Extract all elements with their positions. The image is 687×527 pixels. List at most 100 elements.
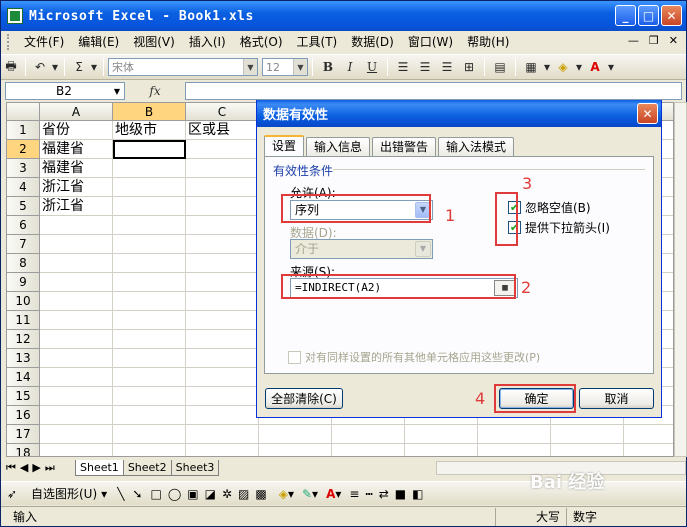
cell-b15[interactable] xyxy=(113,387,186,406)
cell-c13[interactable] xyxy=(186,349,259,368)
menu-edit[interactable]: 编辑(E) xyxy=(71,31,126,53)
row-header[interactable]: 4 xyxy=(7,178,40,197)
minimize-button[interactable]: _ xyxy=(615,5,636,26)
cell-c4[interactable] xyxy=(186,178,259,197)
cell-b2[interactable] xyxy=(113,140,186,159)
cell-b4[interactable] xyxy=(113,178,186,197)
draw-fill-dropdown-icon[interactable]: ▾ xyxy=(288,487,294,501)
fx-icon[interactable]: fx xyxy=(125,84,185,98)
font-color-icon[interactable]: A xyxy=(584,57,606,77)
cell-a11[interactable] xyxy=(40,311,113,330)
cell-b10[interactable] xyxy=(113,292,186,311)
sheet-tab-1[interactable]: Sheet1 xyxy=(75,459,124,476)
cell-a9[interactable] xyxy=(40,273,113,292)
cell-a14[interactable] xyxy=(40,368,113,387)
clipart-icon[interactable]: ▨ xyxy=(238,487,249,501)
line-color-dropdown-icon[interactable]: ▾ xyxy=(312,487,318,501)
cell-a13[interactable] xyxy=(40,349,113,368)
cell-b7[interactable] xyxy=(113,235,186,254)
row-header[interactable]: 5 xyxy=(7,197,40,216)
draw-fill-color-icon[interactable]: ◈ xyxy=(279,487,288,501)
undo-dropdown-icon[interactable]: ▾ xyxy=(50,57,60,77)
doc-minimize-icon[interactable]: — xyxy=(628,34,639,47)
textbox-icon[interactable]: ▣ xyxy=(187,487,198,501)
currency-icon[interactable]: ▤ xyxy=(489,57,511,77)
cell-b9[interactable] xyxy=(113,273,186,292)
cell-b11[interactable] xyxy=(113,311,186,330)
autosum-icon[interactable]: Σ xyxy=(69,57,89,77)
menu-tools[interactable]: 工具(T) xyxy=(290,31,345,53)
sheet-tab-2[interactable]: Sheet2 xyxy=(122,459,172,476)
sheet-nav-arrows-icon[interactable]: ⏮◀▶⏭ xyxy=(6,461,76,475)
name-box[interactable]: B2 ▼ xyxy=(5,82,125,100)
cell-a12[interactable] xyxy=(40,330,113,349)
select-objects-icon[interactable]: ➶ xyxy=(7,487,25,501)
autosum-dropdown-icon[interactable]: ▾ xyxy=(89,57,99,77)
cell-c15[interactable] xyxy=(186,387,259,406)
3d-icon[interactable]: ◧ xyxy=(412,487,423,501)
fill-color-icon[interactable]: ◈ xyxy=(552,57,574,77)
cell-c6[interactable] xyxy=(186,216,259,235)
cell-a16[interactable] xyxy=(40,406,113,425)
formula-input[interactable] xyxy=(185,82,682,100)
menu-help[interactable]: 帮助(H) xyxy=(460,31,516,53)
rectangle-icon[interactable]: □ xyxy=(150,487,161,501)
cell-c8[interactable] xyxy=(186,254,259,273)
cell-a8[interactable] xyxy=(40,254,113,273)
borders-icon[interactable]: ▦ xyxy=(520,57,542,77)
cell-c3[interactable] xyxy=(186,159,259,178)
cell-a7[interactable] xyxy=(40,235,113,254)
cancel-button[interactable]: 取消 xyxy=(579,388,654,409)
autoshapes-dropdown-icon[interactable]: ▾ xyxy=(101,487,107,501)
cell-b8[interactable] xyxy=(113,254,186,273)
cell-b16[interactable] xyxy=(113,406,186,425)
cell-g17[interactable] xyxy=(478,425,551,444)
menu-format[interactable]: 格式(O) xyxy=(233,31,290,53)
underline-button[interactable]: U xyxy=(361,57,383,77)
italic-button[interactable]: I xyxy=(339,57,361,77)
maximize-button[interactable]: □ xyxy=(638,5,659,26)
cell-h18[interactable] xyxy=(551,444,624,456)
row-header[interactable]: 11 xyxy=(7,311,40,330)
vertical-scrollbar[interactable] xyxy=(674,102,687,457)
shadow-icon[interactable]: ■ xyxy=(395,487,406,501)
font-select[interactable]: 宋体 ▼ xyxy=(108,58,258,76)
row-header[interactable]: 14 xyxy=(7,368,40,387)
cell-a6[interactable] xyxy=(40,216,113,235)
cell-a3[interactable]: 福建省 xyxy=(40,159,113,178)
row-header[interactable]: 12 xyxy=(7,330,40,349)
cell-a15[interactable] xyxy=(40,387,113,406)
line-icon[interactable]: ╲ xyxy=(117,487,124,501)
dialog-close-button[interactable]: ✕ xyxy=(637,103,658,124)
row-header[interactable]: 17 xyxy=(7,425,40,444)
menu-file[interactable]: 文件(F) xyxy=(17,31,71,53)
tab-settings[interactable]: 设置 xyxy=(264,135,305,156)
doc-close-icon[interactable]: ✕ xyxy=(669,34,678,47)
borders-dropdown-icon[interactable]: ▾ xyxy=(542,57,552,77)
fill-dropdown-icon[interactable]: ▾ xyxy=(574,57,584,77)
in-cell-dropdown-checkbox[interactable]: ✔ 提供下拉箭头(I) xyxy=(508,219,610,236)
draw-font-color-icon[interactable]: A xyxy=(326,487,335,501)
row-header[interactable]: 10 xyxy=(7,292,40,311)
row-header[interactable]: 15 xyxy=(7,387,40,406)
cell-a10[interactable] xyxy=(40,292,113,311)
ignore-blank-checkbox[interactable]: ✔ 忽略空值(B) xyxy=(508,199,591,216)
align-left-icon[interactable]: ☰ xyxy=(392,57,414,77)
row-header[interactable]: 18 xyxy=(7,444,40,456)
tab-ime-mode[interactable]: 输入法模式 xyxy=(438,137,515,156)
row-header[interactable]: 7 xyxy=(7,235,40,254)
oval-icon[interactable]: ◯ xyxy=(168,487,181,501)
row-header[interactable]: 8 xyxy=(7,254,40,273)
cell-a18[interactable] xyxy=(40,444,113,456)
align-center-icon[interactable]: ☰ xyxy=(414,57,436,77)
cell-g18[interactable] xyxy=(478,444,551,456)
cell-a2[interactable]: 福建省 xyxy=(40,140,113,159)
close-button[interactable]: ✕ xyxy=(661,5,682,26)
arrow-style-icon[interactable]: ⇄ xyxy=(379,487,389,501)
cell-b14[interactable] xyxy=(113,368,186,387)
doc-restore-icon[interactable]: ❐ xyxy=(649,34,659,47)
cell-b13[interactable] xyxy=(113,349,186,368)
cell-c11[interactable] xyxy=(186,311,259,330)
tab-error-alert[interactable]: 出错警告 xyxy=(372,137,437,156)
menu-view[interactable]: 视图(V) xyxy=(126,31,182,53)
